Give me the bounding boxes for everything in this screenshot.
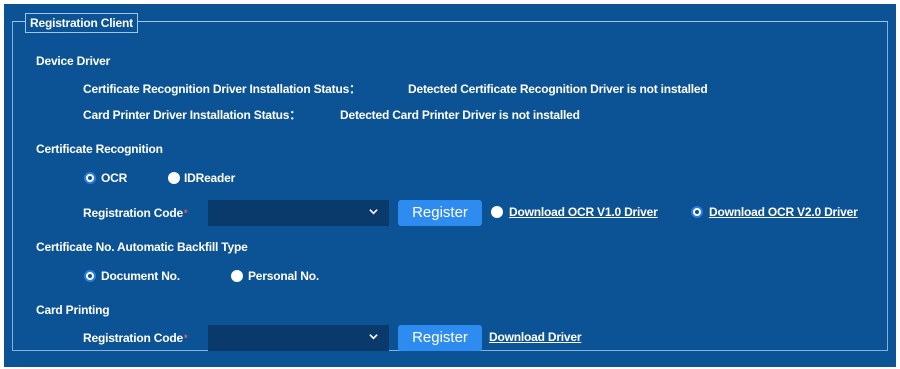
printer-driver-status-value: Detected Card Printer Driver is not inst… (340, 108, 580, 122)
backfill-type-heading: Certificate No. Automatic Backfill Type (36, 240, 248, 254)
registration-code-label: Registration Code* (83, 206, 187, 220)
radio-download-ocr-v2[interactable] (691, 206, 703, 218)
cert-driver-status-label: Certificate Recognition Driver Installat… (83, 82, 361, 96)
fieldset-legend: Registration Client (25, 13, 138, 33)
radio-document-no-button[interactable] (84, 270, 96, 282)
card-printing-heading: Card Printing (36, 303, 110, 317)
download-ocr-v1-link[interactable]: Download OCR V1.0 Driver (509, 205, 658, 219)
chevron-down-icon (369, 209, 378, 215)
card-registration-code-select[interactable] (208, 325, 389, 351)
download-ocr-v2-link[interactable]: Download OCR V2.0 Driver (709, 205, 858, 219)
radio-idreader-label: IDReader (184, 171, 236, 185)
printer-driver-status-label: Card Printer Driver Installation Status： (83, 108, 302, 122)
radio-document-no-label: Document No. (101, 269, 180, 283)
registration-client-fieldset (12, 21, 888, 351)
registration-code-select[interactable] (208, 200, 389, 226)
chevron-down-icon (369, 334, 378, 340)
registration-code-label-text: Registration Code (83, 206, 183, 220)
radio-personal-no-label: Personal No. (248, 269, 319, 283)
radio-personal-no-button[interactable] (231, 270, 243, 282)
radio-ocr-button[interactable] (84, 172, 96, 184)
card-registration-code-label: Registration Code* (83, 331, 187, 345)
download-driver-link[interactable]: Download Driver (489, 330, 582, 344)
card-required-marker: * (183, 333, 188, 343)
cert-driver-status-value: Detected Certificate Recognition Driver … (408, 82, 708, 96)
device-driver-heading: Device Driver (36, 54, 111, 68)
card-registration-code-label-text: Registration Code (83, 331, 183, 345)
certificate-recognition-heading: Certificate Recognition (36, 142, 163, 156)
card-register-button[interactable]: Register (398, 325, 482, 351)
register-button[interactable]: Register (398, 200, 482, 226)
required-marker: * (183, 208, 188, 218)
radio-idreader-button[interactable] (168, 172, 180, 184)
radio-ocr-label: OCR (101, 171, 128, 185)
radio-download-ocr-v1[interactable] (491, 206, 503, 218)
